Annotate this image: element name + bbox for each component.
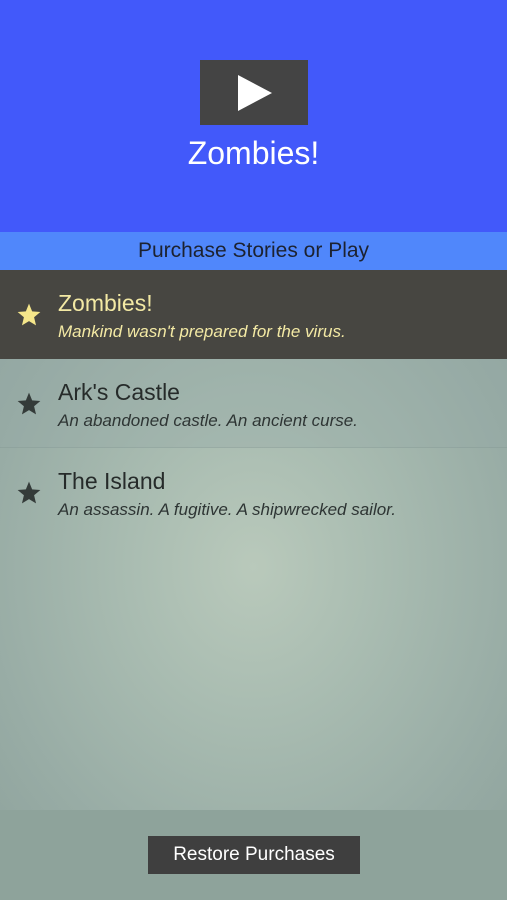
footer: Restore Purchases	[0, 810, 507, 900]
star-icon	[16, 302, 42, 328]
play-button[interactable]	[200, 60, 308, 125]
story-name: The Island	[58, 468, 166, 494]
story-item-arks-castle[interactable]: Ark's Castle An abandoned castle. An anc…	[0, 359, 507, 448]
header: Zombies!	[0, 0, 507, 232]
story-title: Zombies!	[187, 135, 320, 171]
story-name: Zombies!	[58, 290, 153, 316]
star-icon	[16, 391, 42, 417]
story-list: Zombies! Mankind wasn't prepared for the…	[0, 270, 507, 810]
story-item-zombies[interactable]: Zombies! Mankind wasn't prepared for the…	[0, 270, 507, 359]
story-description: An assassin. A fugitive. A shipwrecked s…	[58, 500, 396, 519]
story-description: An abandoned castle. An ancient curse.	[58, 411, 358, 430]
story-description: Mankind wasn't prepared for the virus.	[58, 322, 346, 341]
star-icon	[16, 480, 42, 506]
section-header: Purchase Stories or Play	[0, 232, 507, 270]
restore-purchases-button[interactable]: Restore Purchases	[148, 836, 360, 874]
story-item-the-island[interactable]: The Island An assassin. A fugitive. A sh…	[0, 448, 507, 537]
story-name: Ark's Castle	[58, 379, 180, 405]
play-icon	[238, 74, 272, 111]
